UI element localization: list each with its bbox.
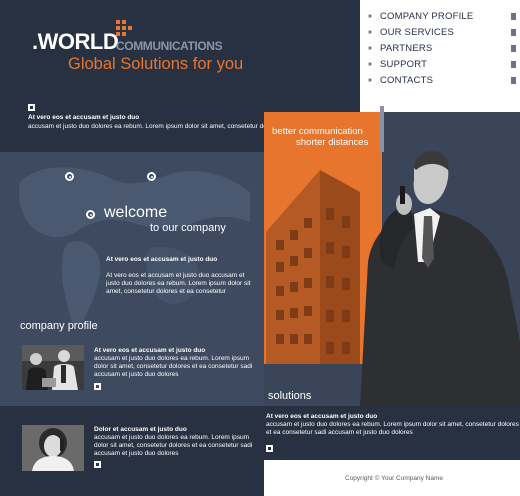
hero-slogan-line1: better communication: [272, 126, 363, 137]
bottom-right-body: accusam et justo duo dolores ea rebum. L…: [266, 421, 519, 436]
bottom-left-body: accusam et justo duo dolores ea rebum. L…: [94, 434, 253, 457]
team-photo: [22, 345, 84, 390]
bottom-left-title: Dolor et accusam et justo duo: [94, 426, 187, 433]
copyright-text: Copyright © Your Company Name: [345, 475, 444, 482]
nav-item-label: PARTNERS: [380, 42, 433, 54]
welcome-heading: welcome: [104, 204, 168, 221]
map-marker-icon: [86, 210, 95, 219]
logo-tagline: Global Solutions for you: [68, 55, 244, 73]
nav-item-label: CONTACTS: [380, 74, 434, 86]
nav-square-icon: [511, 61, 516, 68]
main-nav: » COMPANY PROFILE » OUR SERVICES » PARTN…: [360, 0, 520, 108]
double-chevron-icon: »: [368, 28, 372, 36]
more-arrow-icon[interactable]: [28, 104, 35, 111]
nav-item-contacts[interactable]: » CONTACTS: [368, 73, 518, 87]
nav-item-label: COMPANY PROFILE: [380, 10, 474, 22]
hero-divider-bar: [380, 106, 384, 152]
nav-square-icon: [511, 77, 516, 84]
logo-name[interactable]: .WORLD: [32, 30, 119, 54]
company-profile-title: At vero eos et accusam et justo duo: [94, 347, 206, 354]
more-arrow-icon[interactable]: [266, 445, 273, 452]
bottom-right-title: At vero eos et accusam et justo duo: [266, 413, 378, 420]
double-chevron-icon: »: [368, 60, 372, 68]
company-profile-body: accusam et justo duo dolores ea rebum. L…: [94, 355, 253, 378]
map-marker-icon: [65, 172, 74, 181]
logo-squares-icon: [116, 20, 132, 36]
nav-item-our-services[interactable]: » OUR SERVICES: [368, 25, 518, 39]
hero-panel: [264, 112, 520, 406]
nav-item-label: OUR SERVICES: [380, 26, 455, 38]
welcome-subheading: to our company: [150, 222, 226, 234]
more-arrow-icon[interactable]: [94, 461, 101, 468]
nav-item-label: SUPPORT: [380, 58, 428, 70]
welcome-body: At vero eos et accusam et justo duo accu…: [106, 272, 251, 295]
double-chevron-icon: »: [368, 76, 372, 84]
double-chevron-icon: »: [368, 44, 372, 52]
hero-businessman-graphic: [264, 112, 520, 406]
double-chevron-icon: »: [368, 12, 372, 20]
header-news-title: At vero eos et accusam et justo duo: [28, 114, 140, 121]
more-arrow-icon[interactable]: [94, 383, 101, 390]
woman-phone-photo: [22, 425, 84, 471]
nav-square-icon: [511, 13, 516, 20]
hero-slogan-line2: shorter distances: [296, 137, 369, 148]
nav-square-icon: [511, 45, 516, 52]
nav-item-support[interactable]: » SUPPORT: [368, 57, 518, 71]
nav-square-icon: [511, 29, 516, 36]
nav-item-partners[interactable]: » PARTNERS: [368, 41, 518, 55]
welcome-title: At vero eos et accusam et justo duo: [106, 256, 218, 263]
logo-suffix: COMMUNICATIONS: [116, 39, 223, 53]
nav-item-company-profile[interactable]: » COMPANY PROFILE: [368, 9, 518, 23]
solutions-heading: solutions: [268, 390, 312, 402]
map-marker-icon: [147, 172, 156, 181]
company-profile-heading: company profile: [20, 320, 98, 332]
